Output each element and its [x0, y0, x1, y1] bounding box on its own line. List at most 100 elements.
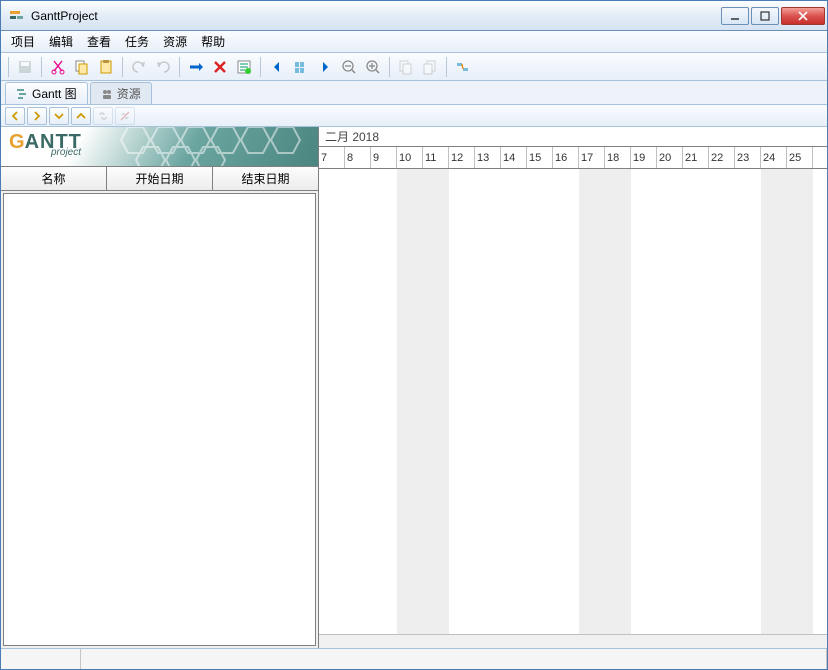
window-controls [721, 7, 825, 25]
day-cell: 13 [475, 147, 501, 168]
day-cell: 15 [527, 147, 553, 168]
gantt-columns [319, 169, 827, 634]
statusbar-cell-1 [1, 649, 81, 669]
day-cell: 23 [735, 147, 761, 168]
gantt-day-column [579, 169, 605, 634]
day-cell: 24 [761, 147, 787, 168]
day-cell: 25 [787, 147, 813, 168]
gantt-panel: 二月 2018 78910111213141516171819202122232… [319, 127, 827, 648]
indent-button[interactable] [395, 56, 417, 78]
gantt-day-column [423, 169, 449, 634]
hex-pattern-icon [108, 127, 318, 167]
gantt-day-column [397, 169, 423, 634]
app-window: GanttProject 项目 编辑 查看 任务 资源 帮助 [0, 0, 828, 670]
statusbar-cell-2 [81, 649, 827, 669]
cut-button[interactable] [47, 56, 69, 78]
paste-button[interactable] [95, 56, 117, 78]
day-cell: 9 [371, 147, 397, 168]
save-button[interactable] [14, 56, 36, 78]
app-icon [9, 8, 25, 24]
tab-resources[interactable]: 资源 [90, 82, 152, 104]
day-cell: 17 [579, 147, 605, 168]
column-headers: 名称 开始日期 结束日期 [1, 167, 318, 191]
task-panel: GANTT project 名称 开始日期 结束日期 [1, 127, 319, 648]
day-cell: 7 [319, 147, 345, 168]
menu-view[interactable]: 查看 [81, 31, 117, 52]
gantt-body[interactable] [319, 169, 827, 634]
gantt-day-column [319, 169, 345, 634]
logo-area: GANTT project [1, 127, 318, 167]
day-cell: 18 [605, 147, 631, 168]
delete-task-button[interactable] [209, 56, 231, 78]
statusbar [1, 649, 827, 669]
menubar: 项目 编辑 查看 任务 资源 帮助 [1, 31, 827, 53]
gantt-chart-icon [16, 88, 28, 100]
gantt-day-column [345, 169, 371, 634]
toolbar-separator [389, 57, 390, 77]
menu-help[interactable]: 帮助 [195, 31, 231, 52]
tab-gantt[interactable]: Gantt 图 [5, 82, 88, 104]
task-list[interactable] [3, 193, 316, 646]
gantt-day-column [683, 169, 709, 634]
move-up-button[interactable] [71, 107, 91, 125]
collapse-left-button[interactable] [5, 107, 25, 125]
gantt-day-column [787, 169, 813, 634]
column-end[interactable]: 结束日期 [213, 167, 318, 190]
undo-button[interactable] [128, 56, 150, 78]
toolbar-separator [446, 57, 447, 77]
redo-button[interactable] [152, 56, 174, 78]
maximize-button[interactable] [751, 7, 779, 25]
link-button[interactable] [93, 107, 113, 125]
menu-edit[interactable]: 编辑 [43, 31, 79, 52]
logo-g: G [9, 131, 25, 153]
menu-project[interactable]: 项目 [5, 31, 41, 52]
toolbar-separator [122, 57, 123, 77]
view-tabs: Gantt 图 资源 [1, 81, 827, 105]
column-name[interactable]: 名称 [1, 167, 107, 190]
horizontal-scrollbar[interactable] [319, 634, 827, 648]
zoom-in-button[interactable] [362, 56, 384, 78]
tab-gantt-label: Gantt 图 [32, 85, 77, 102]
day-cell: 12 [449, 147, 475, 168]
menu-resources[interactable]: 资源 [157, 31, 193, 52]
nav-back-button[interactable] [266, 56, 288, 78]
timeline-days: 78910111213141516171819202122232425 [319, 147, 827, 169]
logo-project: project [51, 147, 81, 158]
toolbar-separator [41, 57, 42, 77]
gantt-day-column [605, 169, 631, 634]
day-cell: 22 [709, 147, 735, 168]
critical-path-button[interactable] [452, 56, 474, 78]
close-button[interactable] [781, 7, 825, 25]
copy-button[interactable] [71, 56, 93, 78]
timeline-month: 二月 2018 [319, 127, 827, 147]
gantt-day-column [371, 169, 397, 634]
sub-toolbar [1, 105, 827, 127]
column-start[interactable]: 开始日期 [107, 167, 213, 190]
goto-today-button[interactable] [290, 56, 312, 78]
gantt-day-column [657, 169, 683, 634]
collapse-right-button[interactable] [27, 107, 47, 125]
day-cell: 10 [397, 147, 423, 168]
day-cell: 14 [501, 147, 527, 168]
toolbar-separator [179, 57, 180, 77]
day-cell: 19 [631, 147, 657, 168]
nav-forward-button[interactable] [314, 56, 336, 78]
new-task-button[interactable] [185, 56, 207, 78]
unlink-button[interactable] [115, 107, 135, 125]
gantt-day-column [475, 169, 501, 634]
day-cell: 11 [423, 147, 449, 168]
menu-tasks[interactable]: 任务 [119, 31, 155, 52]
titlebar: GanttProject [1, 1, 827, 31]
day-cell: 20 [657, 147, 683, 168]
outdent-button[interactable] [419, 56, 441, 78]
tab-resources-label: 资源 [117, 85, 141, 102]
gantt-day-column [735, 169, 761, 634]
main-toolbar [1, 53, 827, 81]
task-properties-button[interactable] [233, 56, 255, 78]
day-cell: 16 [553, 147, 579, 168]
day-cell: 8 [345, 147, 371, 168]
minimize-button[interactable] [721, 7, 749, 25]
zoom-out-button[interactable] [338, 56, 360, 78]
main-content: GANTT project 名称 开始日期 结束日期 二月 2018 78910… [1, 127, 827, 649]
move-down-button[interactable] [49, 107, 69, 125]
